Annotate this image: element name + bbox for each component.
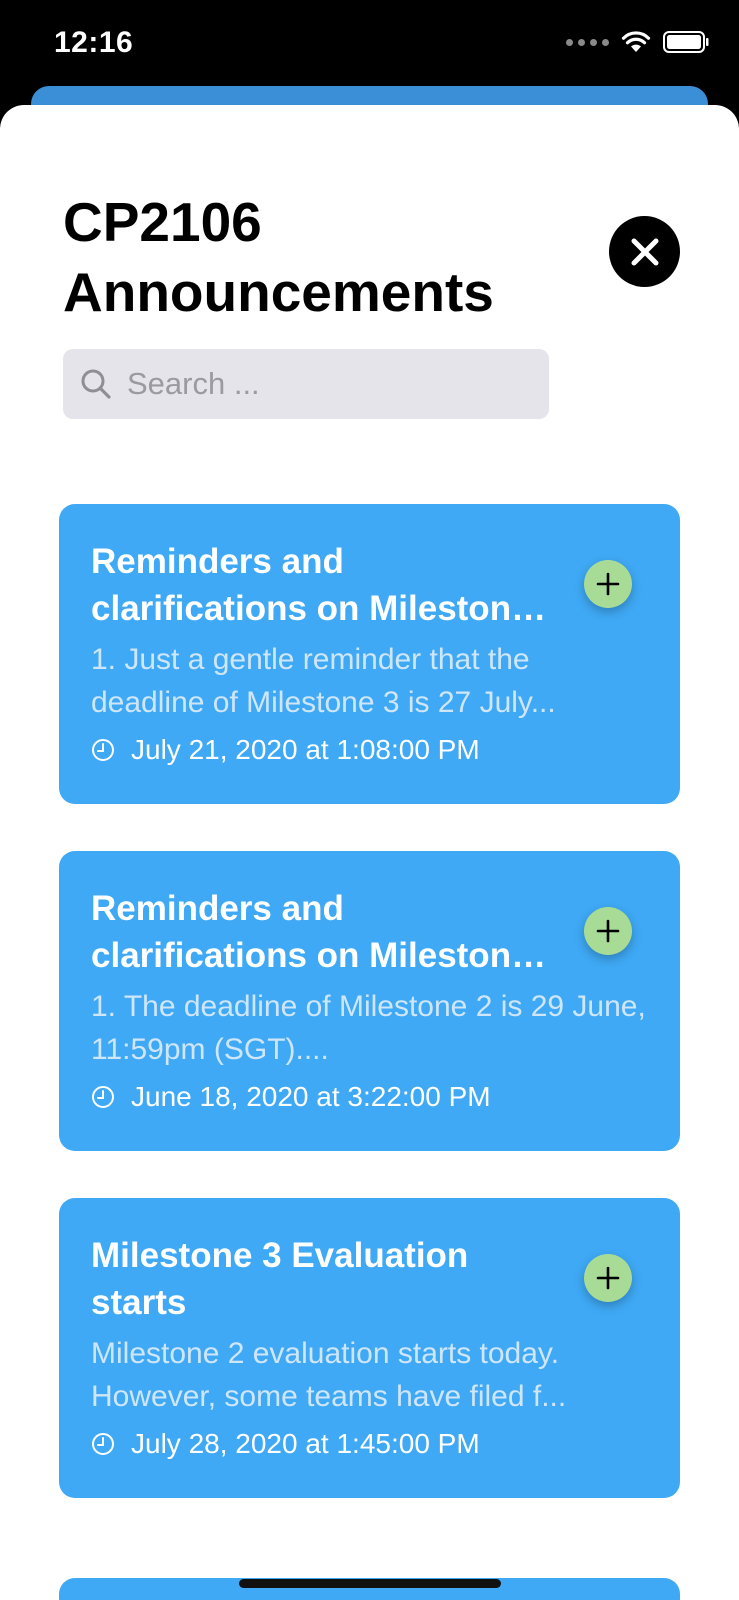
page-title: CP2106 Announcements (63, 191, 494, 323)
status-time: 12:16 (54, 26, 134, 59)
announcements-sheet: CP2106 Announcements Reminders and clari… (0, 105, 739, 1600)
clock-icon (92, 1433, 114, 1455)
announcement-title: Reminders and clarifications on Mileston… (91, 889, 531, 975)
plus-icon (596, 1266, 620, 1290)
add-button[interactable] (584, 907, 632, 955)
search-icon (81, 369, 111, 399)
status-bar: 12:16 (0, 0, 739, 90)
search-bar[interactable] (63, 349, 549, 419)
announcement-timestamp: June 18, 2020 at 3:22:00 PM (131, 1081, 491, 1112)
announcement-title: Reminders and clarifications on Mileston… (91, 542, 531, 628)
plus-icon (596, 919, 620, 943)
announcement-meta: July 21, 2020 at 1:08:00 PM (91, 734, 480, 766)
status-icons (566, 30, 709, 54)
wifi-icon (621, 31, 651, 52)
close-button[interactable] (609, 216, 680, 287)
announcement-timestamp: July 28, 2020 at 1:45:00 PM (131, 1428, 480, 1459)
close-icon (631, 238, 658, 265)
announcement-preview: Milestone 2 evaluation starts today. How… (91, 1337, 567, 1413)
announcement-card[interactable]: Milestone 3 Evaluation starts Milestone … (59, 1198, 680, 1498)
add-button[interactable] (584, 1254, 632, 1302)
home-indicator[interactable] (239, 1579, 501, 1588)
clock-icon (92, 1086, 114, 1108)
announcement-meta: June 18, 2020 at 3:22:00 PM (91, 1081, 491, 1113)
battery-icon (663, 31, 709, 53)
announcement-title: Milestone 3 Evaluation starts (91, 1236, 469, 1322)
announcement-card[interactable]: Reminders and clarifications on Mileston… (59, 504, 680, 804)
announcement-preview: 1. The deadline of Milestone 2 is 29 Jun… (91, 990, 646, 1066)
clock-icon (92, 739, 114, 761)
signal-dots-icon (566, 38, 609, 46)
add-button[interactable] (584, 560, 632, 608)
announcement-timestamp: July 21, 2020 at 1:08:00 PM (131, 734, 480, 765)
plus-icon (596, 572, 620, 596)
announcement-meta: July 28, 2020 at 1:45:00 PM (91, 1428, 480, 1460)
announcement-preview: 1. Just a gentle reminder that the deadl… (91, 643, 556, 719)
search-input[interactable] (125, 365, 529, 403)
announcement-card[interactable]: Reminders and clarifications on Mileston… (59, 851, 680, 1151)
